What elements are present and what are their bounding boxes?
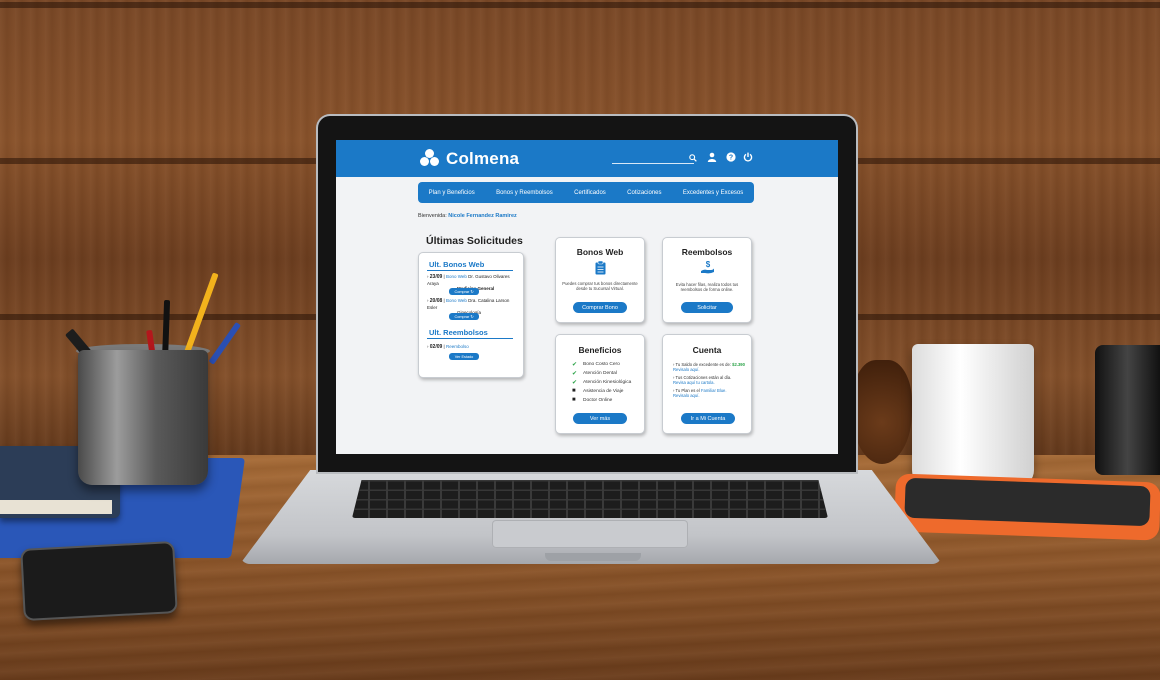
card-title: Beneficios [578,345,622,355]
user-name: Nicole Fernandez Ramirez [448,213,517,219]
card-description: Puedes comprar tus bonos directamente de… [562,281,638,291]
check-icon: ✔ [572,380,578,386]
bonos-web-subtitle: Ult. Bonos Web [429,260,485,269]
account-item: › Tu Plan es el Familiar Blue. Revisalo … [673,388,727,398]
view-status-button[interactable]: Ver Estado [449,353,479,360]
pen-cup [78,350,208,485]
svg-text:$: $ [706,260,711,269]
benefit-item: ✔ Atención Dental [572,371,617,377]
clipboard-icon [595,260,606,280]
white-mug [912,344,1034,488]
external-drive-top [904,477,1151,527]
hand-dollar-icon: $ [700,260,715,280]
nav-cotizaciones[interactable]: Cotizaciones [627,190,661,196]
laptop-screen: Colmena ? Plan y Beneficios Bonos y Reem… [336,140,838,454]
benefit-item: ✔ Atención Kinesiológica [572,380,632,386]
lock-icon: ■ [572,388,576,394]
pinecone [852,360,912,464]
nav-certificados[interactable]: Certificados [574,190,606,196]
trackpad [492,520,688,548]
brand-logo[interactable]: Colmena [418,148,519,170]
main-nav: Plan y Beneficios Bonos y Reembolsos Cer… [418,182,754,203]
search-icon[interactable] [689,154,697,164]
request-reembolso-button[interactable]: Solicitar [681,302,733,313]
refresh-icon: ↻ [470,315,474,319]
benefit-item: ■ Doctor Online [572,397,613,403]
nav-plan-beneficios[interactable]: Plan y Beneficios [429,190,475,196]
card-description: Evita hacer filas, realiza todos tus ree… [675,282,739,292]
welcome-message: Bienvenida: Nicole Fernandez Ramirez [418,213,517,219]
nav-bonos-reembolsos[interactable]: Bonos y Reembolsos [496,190,553,196]
buy-bono-button[interactable]: Comprar ↻ [449,288,479,295]
chevron-right-icon: › [427,344,429,349]
reembolsos-subtitle: Ult. Reembolsos [429,328,488,337]
svg-text:?: ? [729,155,733,162]
top-header: Colmena ? [336,140,838,177]
card-title: Cuenta [692,345,722,355]
beneficios-card: Beneficios ✔ Bono Costo Cero ✔ Atención De… [555,334,645,434]
welcome-label: Bienvenida: [418,213,447,219]
last-requests-title: Últimas Solicitudes [426,235,523,247]
nav-excedentes[interactable]: Excedentes y Excesos [683,190,743,196]
account-item: › Tu Saldo de excedente es de: $2.390 Re… [673,362,745,372]
see-more-button[interactable]: Ver más [573,413,627,424]
cuenta-card: Cuenta › Tu Saldo de excedente es de: $2… [662,334,752,434]
buy-bono-button[interactable]: Comprar ↻ [449,313,479,320]
user-icon[interactable] [707,152,717,165]
divider [427,338,513,339]
brand-name: Colmena [446,149,520,168]
lock-icon: ■ [572,397,576,403]
camera-lens [1095,345,1160,475]
search-input[interactable] [612,163,694,164]
chevron-right-icon: › [427,274,429,279]
help-icon[interactable]: ? [726,152,736,165]
buy-bono-button[interactable]: Comprar Bono [573,302,627,313]
account-item: › Tus Cotizaciones están al día. Revisa … [673,375,732,385]
power-icon[interactable] [743,152,753,165]
last-requests-card: Ult. Bonos Web › 23/09 | Bono Web Dr. Gu… [418,252,524,378]
go-to-account-button[interactable]: Ir a Mi Cuenta [681,413,735,424]
divider [427,270,513,271]
smartphone [20,541,178,621]
laptop-notch [545,553,641,561]
list-item: › 02/09 | Reembolso [427,344,469,350]
refresh-icon: ↻ [470,290,474,294]
check-icon: ✔ [572,371,578,377]
card-title: Reembolsos [681,247,733,257]
benefit-item: ■ Asistencia de Viaje [572,388,624,394]
card-title: Bonos Web [576,247,624,257]
keyboard-rows [352,480,828,518]
reembolsos-card: Reembolsos $ Evita hacer filas, realiza … [662,237,752,323]
check-icon: ✔ [572,362,578,368]
benefit-item: ✔ Bono Costo Cero [572,362,620,368]
notebook-pages [0,500,112,514]
bonos-web-card: Bonos Web Puedes comprar tus bonos direc… [555,237,645,323]
chevron-right-icon: › [427,298,429,303]
colmena-logo-icon [418,149,442,169]
